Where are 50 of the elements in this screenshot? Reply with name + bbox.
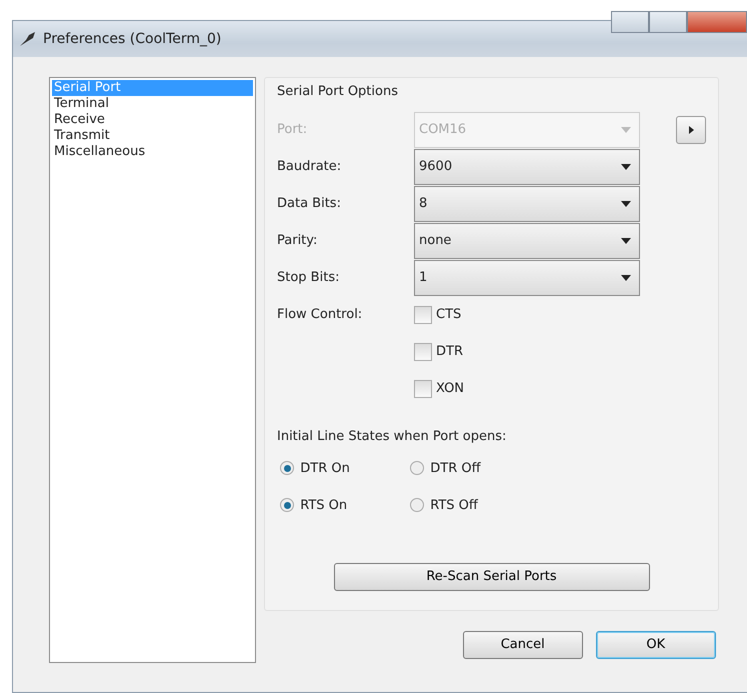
field-label: Flow Control: xyxy=(277,306,364,324)
dropdown-value: 8 xyxy=(419,195,428,214)
section-heading: Initial Line States when Port opens: xyxy=(277,428,508,446)
window-title: Preferences (CoolTerm_0) xyxy=(43,30,222,48)
radio-label: DTR Off xyxy=(430,460,481,478)
field-label: Data Bits: xyxy=(277,195,342,214)
radio-button[interactable] xyxy=(410,461,424,476)
group-title: Serial Port Options xyxy=(277,83,399,101)
rescan-button[interactable]: Re-Scan Serial Ports xyxy=(334,562,650,591)
dropdown[interactable]: none xyxy=(414,223,640,259)
caret-icon xyxy=(621,201,631,207)
radio-button[interactable] xyxy=(410,498,424,512)
radio-button[interactable] xyxy=(280,498,294,512)
close-button[interactable] xyxy=(687,11,747,33)
dropdown-value: 1 xyxy=(419,269,428,288)
dialog-button[interactable]: OK xyxy=(596,630,716,658)
arrow-icon xyxy=(688,126,694,134)
maximize-button[interactable] xyxy=(649,11,687,33)
sidebar-item[interactable]: Miscellaneous xyxy=(52,144,253,160)
radio-button[interactable] xyxy=(280,461,294,476)
dropdown[interactable]: 1 xyxy=(414,260,640,296)
dropdown[interactable]: 8 xyxy=(414,186,640,222)
field-label: Parity: xyxy=(277,232,318,250)
checkbox[interactable] xyxy=(414,380,432,398)
dialog-button[interactable]: Cancel xyxy=(462,630,583,658)
dropdown-value: 9600 xyxy=(419,158,454,176)
caret-icon xyxy=(621,275,631,281)
checkbox-label: XON xyxy=(436,380,464,398)
checkbox[interactable] xyxy=(414,306,432,324)
plug-icon xyxy=(19,31,37,47)
caret-icon xyxy=(621,127,631,133)
checkbox-label: CTS xyxy=(436,306,462,324)
field-label: Stop Bits: xyxy=(277,269,340,288)
caret-icon xyxy=(621,164,631,170)
radio-label: RTS Off xyxy=(430,496,478,514)
dropdown[interactable]: 9600 xyxy=(414,149,640,185)
dropdown-value: none xyxy=(419,232,452,250)
dropdown-value: COM16 xyxy=(419,121,468,140)
minimize-button[interactable] xyxy=(611,11,649,33)
checkbox[interactable] xyxy=(414,343,432,361)
radio-label: RTS On xyxy=(300,496,348,514)
caret-icon xyxy=(621,238,631,244)
sidebar-item[interactable]: Terminal xyxy=(52,96,253,112)
field-label: Port: xyxy=(277,121,308,140)
radio-label: DTR On xyxy=(300,460,350,478)
field-label: Baudrate: xyxy=(277,158,342,176)
checkbox-label: DTR xyxy=(436,343,463,362)
sidebar-item[interactable]: Receive xyxy=(52,112,253,128)
arrow-button[interactable] xyxy=(676,116,706,144)
sidebar-item[interactable]: Transmit xyxy=(52,128,253,144)
